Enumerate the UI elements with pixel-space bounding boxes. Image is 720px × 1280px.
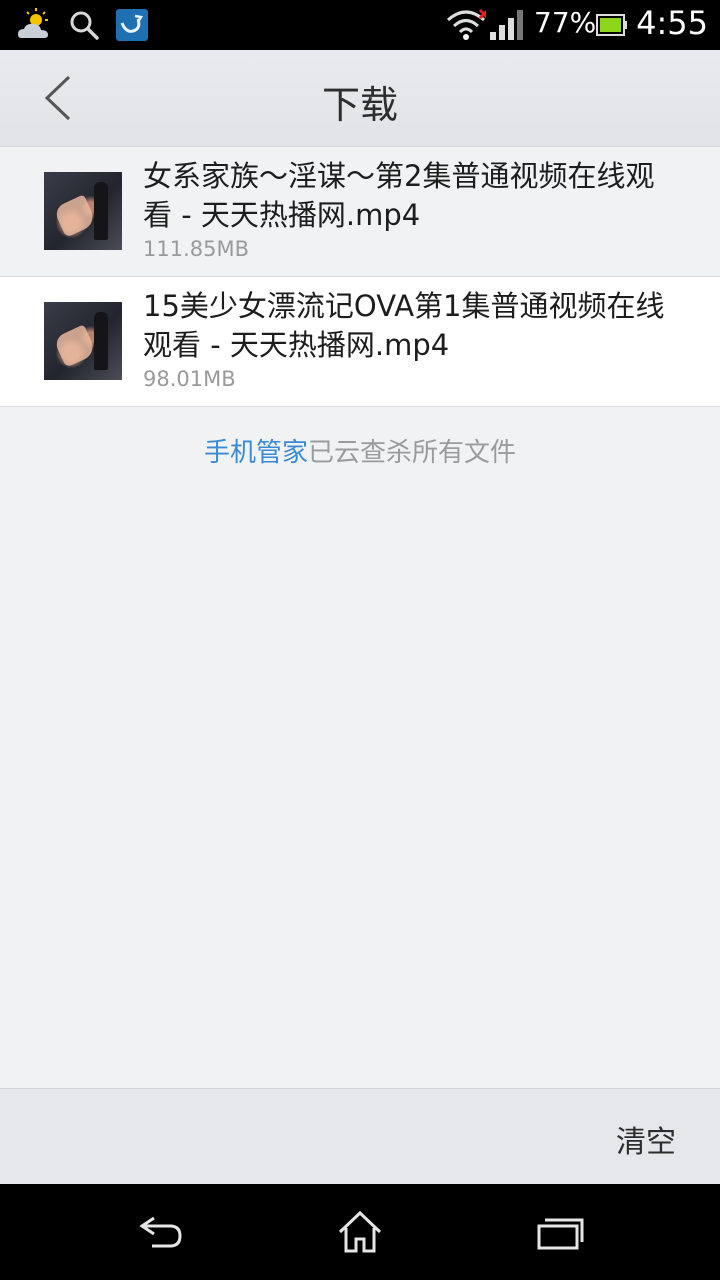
download-item[interactable]: 女系家族～淫谋～第2集普通视频在线观看 - 天天热播网.mp4 111.85MB [0,147,720,277]
back-icon [139,1216,182,1248]
scan-status-text: 已云查杀所有文件 [308,438,517,468]
nav-recent-button[interactable] [530,1206,590,1258]
file-name: 女系家族～淫谋～第2集普通视频在线观看 - 天天热播网.mp4 [143,159,655,232]
bottom-action-bar: 清空 [0,1088,720,1185]
page-title: 下载 [321,83,398,127]
status-bar: 77% 4:55 [0,0,720,50]
recent-apps-icon [537,1218,584,1250]
video-thumbnail [44,172,122,250]
security-app-link[interactable]: 手机管家 [204,438,308,468]
video-thumbnail [44,302,122,380]
app-icon [116,0,148,50]
file-name: 15美少女漂流记OVA第1集普通视频在线观看 - 天天热播网.mp4 [143,289,665,362]
navigation-bar [0,1184,720,1280]
nav-back-button[interactable] [130,1206,190,1258]
nav-home-button[interactable] [330,1206,390,1258]
weather-icon [16,0,52,50]
home-icon [338,1210,382,1253]
battery-percent: 77% [534,6,597,39]
search-icon [68,0,100,50]
app-header: 下载 [0,50,720,147]
clock: 4:55 [636,4,708,42]
download-item[interactable]: 15美少女漂流记OVA第1集普通视频在线观看 - 天天热播网.mp4 98.01… [0,277,720,407]
scan-status: 手机管家已云查杀所有文件 [0,432,720,469]
download-list: 女系家族～淫谋～第2集普通视频在线观看 - 天天热播网.mp4 111.85MB… [0,147,720,407]
file-size: 111.85MB [143,237,250,261]
battery-icon [596,0,628,50]
file-size: 98.01MB [143,367,236,391]
wifi-icon [446,0,486,50]
signal-icon [490,0,524,50]
clear-button[interactable]: 清空 [616,1117,676,1161]
